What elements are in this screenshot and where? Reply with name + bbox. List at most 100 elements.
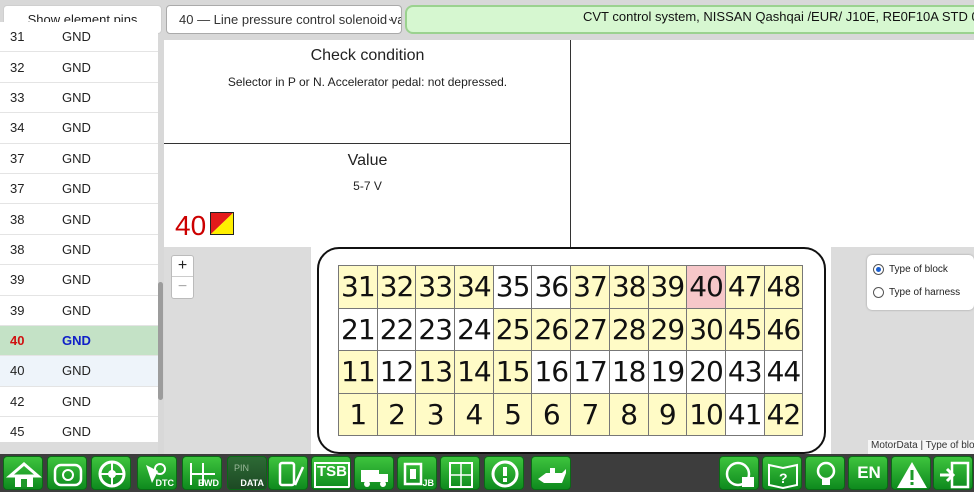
connector-pin-cell[interactable]: 11 [338,350,378,394]
exit-button[interactable] [933,456,973,490]
connector-pin-cell[interactable]: 3 [415,392,456,436]
pin-signal: GND [62,29,91,45]
connector-pin-cell[interactable]: 42 [763,392,804,436]
home-button[interactable] [3,456,43,490]
connector-pin-cell[interactable]: 15 [492,350,533,394]
connector-pin-cell[interactable]: 39 [647,265,688,309]
connector-pin-cell[interactable]: 23 [415,307,456,351]
warning-circle-button[interactable] [484,456,524,490]
pin-list-row[interactable]: 31 GND [0,22,158,53]
pin-list-row[interactable]: 37 GND [0,144,158,174]
connector-pin-cell[interactable]: 4 [454,392,494,436]
connector-pin-cell[interactable]: 18 [608,350,649,394]
connector-pin-cell[interactable]: 14 [454,350,494,394]
tester-button[interactable] [268,456,308,490]
pin-data-button[interactable]: PIN DATA [227,456,267,490]
connector-pin-cell[interactable]: 26 [531,307,572,351]
connector-pin-cell[interactable]: 9 [647,392,688,436]
connector-pin-cell[interactable]: 47 [724,265,765,309]
pin-list-row[interactable]: 32 GND [0,52,158,83]
connector-pin-cell[interactable]: 29 [647,307,688,351]
type-of-block-label: Type of block [889,264,948,275]
connector-pin-cell[interactable]: 12 [376,350,417,394]
connector-pin-cell[interactable]: 1 [338,392,378,436]
connector-pin-cell[interactable]: 25 [492,307,533,351]
dtc-button[interactable]: DTC [137,456,177,490]
ewd-button[interactable]: EWD [182,456,222,490]
connector-pin-cell[interactable]: 20 [686,350,726,394]
pin-list-row[interactable]: 33 GND [0,83,158,114]
connector-pin-cell[interactable]: 21 [338,307,378,351]
connector-pin-cell[interactable]: 13 [415,350,456,394]
type-of-harness-radio[interactable] [873,287,884,298]
connector-pin-cell[interactable]: 45 [724,307,765,351]
pin-list-row[interactable]: 38 GND [0,235,158,266]
connector-pin-cell[interactable]: 40 [686,265,726,309]
pin-list-row[interactable]: 42 GND [0,387,158,418]
connector-pin-cell[interactable]: 33 [415,265,456,309]
pin-list[interactable]: 31 GND 32 GND 33 GND 34 GND 37 GND 37 GND 38 GND 38 GND… [0,22,158,442]
type-of-block-option[interactable]: Type of block [873,264,948,275]
pin-list-row[interactable]: 34 GND [0,113,158,144]
connector-pin-cell[interactable]: 46 [763,307,804,351]
connector-pin-cell[interactable]: 43 [724,350,765,394]
pin-number: 39 [10,272,25,288]
pin-list-row[interactable]: 38 GND [0,204,158,235]
type-of-harness-option[interactable]: Type of harness [873,287,960,298]
connector-pin-cell[interactable]: 24 [454,307,494,351]
connector-pin-cell[interactable]: 17 [570,350,610,394]
bottom-toolbar: DTC EWD PIN DATA TSB JB? EN [0,454,974,492]
connector-pin-cell[interactable]: 8 [608,392,649,436]
pin-list-row[interactable]: 45 GND [0,417,158,442]
language-button-button[interactable]: EN [848,456,888,490]
tsb-button[interactable]: TSB [311,456,351,490]
jb-button[interactable]: JB [397,456,437,490]
connector-pin-cell[interactable]: 31 [338,265,378,309]
connector-pin-cell[interactable]: 32 [376,265,417,309]
pin-list-row[interactable]: 39 GND [0,296,158,326]
type-of-block-radio[interactable] [873,264,884,275]
type-of-harness-label: Type of harness [889,287,961,298]
zoom-out-button[interactable]: − [172,277,193,298]
connector-pin-cell[interactable]: 36 [531,265,572,309]
pin-list-scroll-thumb[interactable] [158,282,163,400]
connector-pin-cell[interactable]: 28 [608,307,649,351]
fuse-button[interactable] [440,456,480,490]
connector-pin-cell[interactable]: 41 [724,392,765,436]
check-condition-title: Check condition [310,47,425,64]
globe-chart-button[interactable] [719,456,759,490]
ewd-label: EWD [198,478,219,488]
truck-button[interactable] [354,456,394,490]
connector-pin-cell[interactable]: 5 [492,392,533,436]
connector-pin-cell[interactable]: 37 [570,265,610,309]
pin-list-row[interactable]: 40 GND [0,356,158,387]
wheel-button[interactable] [91,456,131,490]
pin-number: 45 [10,424,25,440]
connector-pin-cell[interactable]: 16 [531,350,572,394]
oil-can-button[interactable] [531,456,571,490]
connector-pin-cell[interactable]: 2 [376,392,417,436]
connector-pin-cell[interactable]: 19 [647,350,688,394]
pin-list-row[interactable]: 39 GND [0,265,158,296]
bulb-button[interactable] [805,456,845,490]
connector-pin-cell[interactable]: 35 [492,265,533,309]
selected-pin-number: 40 [175,210,207,241]
connector-pin-cell[interactable]: 10 [686,392,726,436]
zoom-in-button[interactable]: + [172,256,193,277]
connector-pin-cell[interactable]: 7 [570,392,610,436]
pin-list-row[interactable]: 40 GND [0,325,158,357]
connector-pin-cell[interactable]: 34 [454,265,494,309]
alert-triangle-button[interactable] [891,456,931,490]
connector-pin-cell[interactable]: 44 [763,350,804,394]
help-book-button[interactable]: ? [762,456,802,490]
connector-pin-cell[interactable]: 6 [531,392,572,436]
right-blank-panel [571,40,974,247]
connector-pin-cell[interactable]: 48 [763,265,804,309]
connector-pin-cell[interactable]: 22 [376,307,417,351]
ecu-button[interactable] [47,456,87,490]
connector-pin-cell[interactable]: 38 [608,265,649,309]
pin-select-dropdown[interactable]: 40 — Line pressure control solenoid valv… [166,5,402,34]
connector-pin-cell[interactable]: 27 [570,307,610,351]
connector-pin-cell[interactable]: 30 [686,307,726,351]
pin-list-row[interactable]: 37 GND [0,174,158,205]
